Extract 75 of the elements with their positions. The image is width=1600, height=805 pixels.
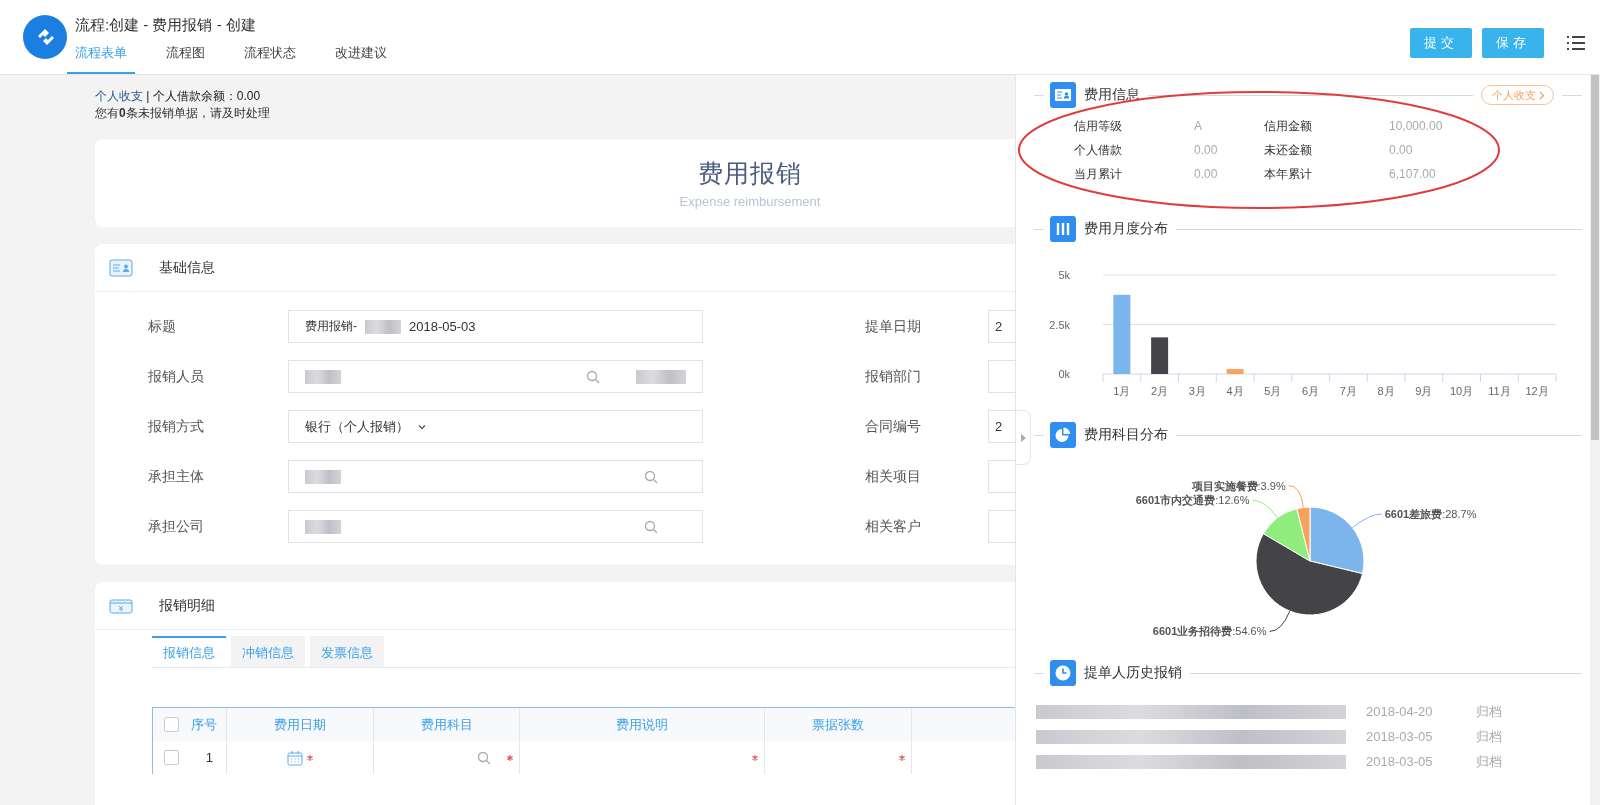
axis-label: 5月 [1264,385,1282,397]
axis-label: 7月 [1339,385,1357,397]
section-title: 费用月度分布 [1084,220,1168,238]
axis-label: 0k [1058,368,1070,380]
data-label: 6601差旅费:28.7% [1384,507,1477,520]
status-text: 归档 [1476,702,1502,721]
field-label: 承担主体 [148,467,205,486]
info-value: 6,107.00 [1389,166,1437,183]
info-label: 本年累计 [1264,166,1313,183]
axis-label: 9月 [1415,385,1433,397]
axis-label: 2.5k [1049,318,1070,331]
column-header: 费用说明 [519,708,764,741]
axis-label: 5k [1058,269,1070,281]
link[interactable]: 个人收支 [95,89,143,103]
field-label: 报销部门 [865,367,922,386]
info-label: 未还金额 [1264,142,1313,159]
input-field[interactable]: 银行（个人报销） [288,410,703,443]
data-label: 项目实施餐费:3.9% [1191,479,1286,492]
column-header: 费用日期 [226,708,373,741]
notice-text: 您有0条未报销单据，请及时处理 [95,105,271,122]
section-title: 报销明细 [159,596,215,615]
form-title: 费用报销 [698,158,802,189]
axis-label: 11月 [1488,385,1511,397]
field-label: 相关项目 [865,467,922,486]
date-text: 2018-03-05 [1366,754,1434,769]
section-title: 费用科目分布 [1084,426,1168,444]
axis-label: 4月 [1226,385,1244,397]
status-text: 归档 [1476,727,1502,746]
axis-label: 3月 [1188,385,1206,397]
axis-label: 8月 [1377,385,1395,397]
field-label: 报销方式 [148,417,205,436]
data-label: 6601市内交通费:12.6% [1135,494,1250,507]
section-title: 提单人历史报销 [1084,664,1182,682]
column-header: 票据张数 [764,708,911,741]
data-label: 6601业务招待费:54.6% [1152,625,1267,638]
field-label: 报销人员 [148,367,205,386]
field-value: 费用报销- [305,318,357,335]
separator: | [146,89,150,103]
column-header: 序号 [191,715,217,734]
info-value: 0.00 [1389,142,1414,159]
form-subtitle: Expense reimbursement [679,194,821,209]
balance-text: 个人借款余额：0.00 [152,89,261,103]
field-value: 银行（个人报销） [305,417,409,436]
tab[interactable]: 流程状态 [236,44,304,74]
section-title: 基础信息 [159,258,215,277]
row-number: 1 [204,750,213,765]
field-value: 2 [995,319,1003,334]
info-value: 0.00 [1194,166,1219,183]
date-text: 2018-04-20 [1366,704,1434,719]
field-value: 2 [995,419,1003,434]
tab[interactable]: 改进建议 [327,44,395,74]
field-label: 标题 [148,317,177,336]
info-value: 0.00 [1194,142,1219,159]
axis-label: 12月 [1525,385,1549,397]
field-label: 承担公司 [148,517,205,536]
axis-label: 2月 [1151,385,1169,397]
date-text: 2018-03-05 [1366,729,1434,744]
info-label: 信用金额 [1264,118,1313,135]
field-label: 合同编号 [865,417,922,436]
tab[interactable]: 流程图 [158,44,213,74]
axis-label: 1月 [1113,385,1131,397]
field-value: 2018-05-03 [409,319,476,334]
window-title: 流程:创建 - 费用报销 - 创建 [75,16,257,35]
status-text: 归档 [1476,752,1502,771]
axis-label: 6月 [1302,385,1320,397]
info-label: 信用等级 [1074,118,1123,135]
info-label: 个人借款 [1074,142,1123,159]
field-label: 相关客户 [865,517,922,536]
column-header: 费用科目 [373,708,519,741]
axis-label: 10月 [1450,385,1474,397]
field-label: 提单日期 [865,317,922,336]
input-field[interactable]: 费用报销- 2018-05-03 [288,310,703,343]
info-label: 当月累计 [1074,166,1123,183]
info-value: A [1194,118,1203,135]
info-value: 10,000.00 [1389,118,1444,135]
